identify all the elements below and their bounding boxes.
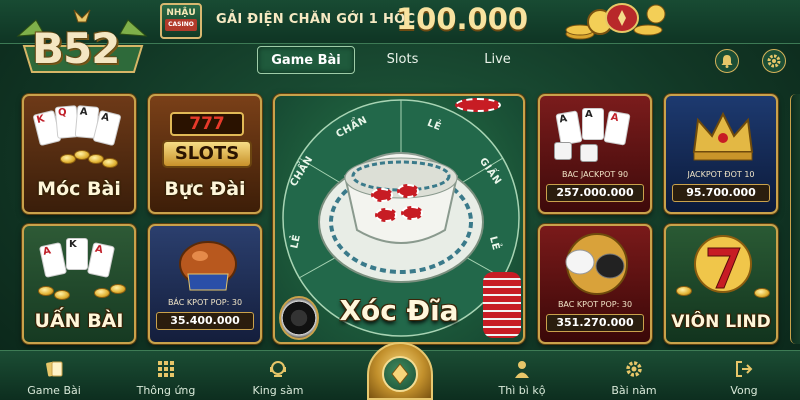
grid-icon — [158, 361, 174, 377]
jackpot-label: BAC JACKPOT 90 — [561, 170, 629, 179]
promo-text: GẢI ĐIỆN CHĂN GỚI 1 HỐC — [216, 12, 416, 27]
crown-icon — [692, 111, 754, 161]
nav-game-bai[interactable]: Game Bài — [14, 351, 94, 400]
jackpot-amount: 35.400.000 — [156, 312, 254, 330]
nav-bai-nam[interactable]: Bài nàm — [594, 351, 674, 400]
casino-badge[interactable]: NHẬU CASINO — [160, 3, 202, 39]
game-tile-vion-lind[interactable]: VIÔN LIND — [664, 224, 778, 344]
coin-icon — [110, 284, 126, 294]
nav-king-sam[interactable]: King sàm — [238, 351, 318, 400]
person-icon — [515, 361, 529, 378]
nav-label: Game Bài — [27, 384, 81, 397]
red-chip-icon — [375, 208, 397, 222]
jackpot-label: BAC KPOT POP: 30 — [557, 300, 633, 309]
jackpot-amount: 95.700.000 — [672, 184, 770, 202]
b52-logo[interactable]: B52 — [14, 6, 150, 80]
playing-card: A — [603, 110, 631, 146]
playing-card: A — [555, 110, 583, 146]
logo-text: B52 — [32, 24, 120, 73]
game-tile-buc-dai[interactable]: 777 SLOTS Bực Đài — [148, 94, 262, 214]
coin-icon — [38, 286, 54, 296]
nav-vong[interactable]: Vong — [704, 351, 784, 400]
promo-amount: 100.000 — [396, 2, 529, 36]
coin-icon — [102, 158, 118, 168]
nav-label: Bài nàm — [611, 384, 657, 397]
game-tile-bac-jackpot-90[interactable]: A A A BAC JACKPOT 90 257.000.000 — [538, 94, 652, 214]
jackpot-label: JACKPOT ĐOT 10 — [687, 170, 755, 179]
nav-label: King sàm — [252, 384, 304, 397]
jackpot-amount: 351.270.000 — [546, 314, 644, 332]
nav-label: Vong — [730, 384, 758, 397]
game-title: Bực Đài — [164, 178, 246, 200]
game-tile-moc-bai[interactable]: K Q A A Móc Bài — [22, 94, 136, 214]
category-tabs: Game Bài Slots Live — [257, 46, 545, 74]
badge-sub-text: CASINO — [165, 19, 197, 31]
jackpot-label: BÁC KPOT POP: 30 — [167, 298, 243, 307]
coin-icon — [754, 288, 770, 298]
badge-top-text: NHẬU — [166, 8, 196, 18]
game-tile-kpot-pop-b[interactable]: BAC KPOT POP: 30 351.270.000 — [538, 224, 652, 344]
home-center-button[interactable] — [367, 342, 433, 400]
gear-icon — [626, 361, 642, 377]
tab-game-bai[interactable]: Game Bài — [257, 46, 355, 74]
game-tile-xoc-dia[interactable]: CHẨN LẺ GIẤN LẺ CHẨN LẺ Xóc Đĩa — [273, 94, 525, 344]
coin-icon — [54, 290, 70, 300]
bell-icon[interactable] — [715, 49, 739, 73]
playing-card: A — [86, 242, 116, 278]
game-tile-jackpot-dot-10[interactable]: JACKPOT ĐOT 10 95.700.000 — [664, 94, 778, 214]
game-title: UẤN BÀI — [34, 310, 124, 332]
tab-live[interactable]: Live — [450, 46, 545, 74]
gear-icon[interactable] — [762, 49, 786, 73]
nav-thi-bi-ko[interactable]: Thì bì kộ — [482, 351, 562, 400]
red-chip-icon — [455, 98, 501, 112]
nav-label: Thông ứng — [136, 384, 196, 397]
coin-icon — [94, 288, 110, 298]
side-edge-strip — [790, 94, 800, 344]
jackpot-amount: 257.000.000 — [546, 184, 644, 202]
game-title: VIÔN LIND — [671, 312, 771, 332]
red-chip-icon — [371, 188, 393, 202]
red-chip-icon — [397, 184, 419, 198]
game-title: Xóc Đĩa — [339, 294, 459, 327]
nav-thong-ung[interactable]: Thông ứng — [126, 351, 206, 400]
slots-sign: SLOTS — [162, 140, 252, 168]
diamond-icon — [382, 356, 418, 392]
red-seven-icon — [694, 235, 752, 293]
coins-pile-icon — [565, 3, 666, 40]
game-tile-kpot-pop-a[interactable]: BÁC KPOT POP: 30 35.400.000 — [148, 224, 262, 344]
roulette-chips-icon — [565, 233, 628, 295]
boxing-glove-icon — [179, 241, 237, 291]
slot-reels: 777 — [170, 112, 244, 136]
game-title: Móc Bài — [37, 178, 121, 200]
support-icon — [270, 361, 286, 377]
coin-icon — [676, 286, 692, 296]
exit-icon — [736, 361, 753, 377]
playing-card: A — [38, 242, 68, 278]
dice-icon — [580, 144, 598, 162]
cards-icon — [46, 361, 63, 377]
playing-card: A — [582, 108, 604, 140]
red-chip-icon — [401, 206, 423, 220]
playing-card: K — [66, 238, 88, 270]
tab-slots[interactable]: Slots — [355, 46, 450, 74]
nav-label: Thì bì kộ — [498, 384, 546, 397]
game-tile-uan-bai[interactable]: A K A UẤN BÀI — [22, 224, 136, 344]
dice-icon — [554, 142, 572, 160]
